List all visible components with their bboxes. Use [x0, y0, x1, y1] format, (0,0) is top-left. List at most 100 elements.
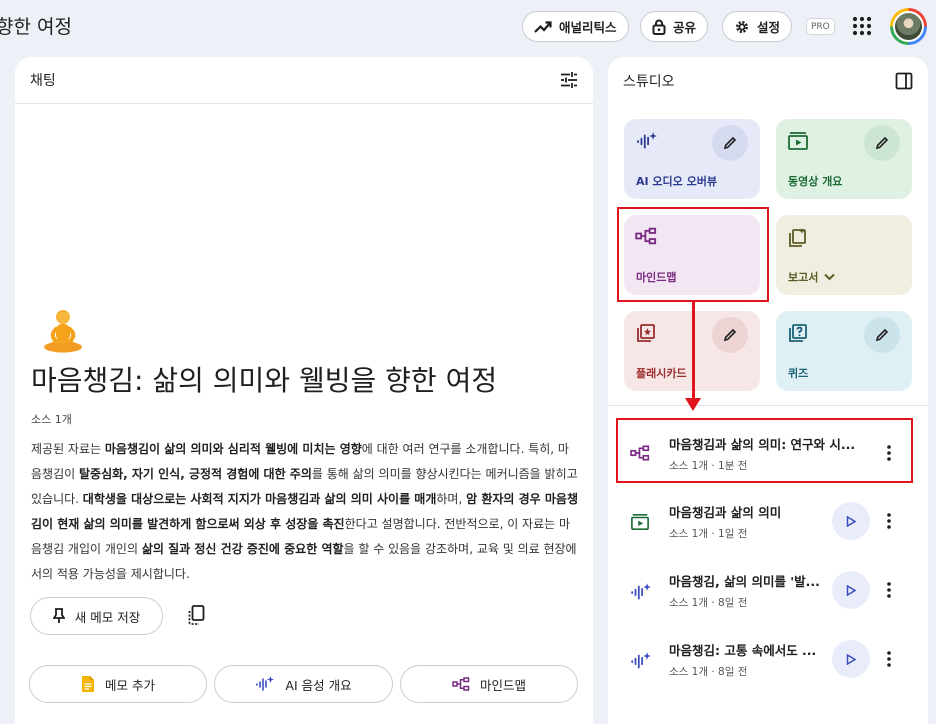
mindmap-button[interactable]: 마인드맵: [400, 665, 578, 703]
output-meta: 소스 1개 · 1일 전: [669, 528, 748, 540]
share-label: 공유: [673, 20, 697, 35]
ai-audio-overview-button[interactable]: AI 음성 개요: [214, 665, 393, 703]
output-title: 마음챙김: 고통 속에서도 ...: [669, 643, 817, 658]
more-vert-icon[interactable]: [882, 509, 896, 533]
save-note-button[interactable]: 새 메모 저장: [30, 597, 163, 635]
output-meta: 소스 1개 · 1분 전: [669, 460, 748, 472]
top-bar: 향한 여정 애널리틱스 공유 설정 PRO: [0, 0, 936, 52]
pencil-icon: [875, 328, 889, 342]
summary-segment: 마음챙김이 삶의 의미와 심리적 웰빙에 미치는 영향: [104, 442, 362, 456]
avatar[interactable]: [890, 8, 927, 45]
annotation-arrow-line: [692, 301, 695, 401]
collapse-panel-icon[interactable]: [895, 72, 913, 90]
note-icon: [82, 676, 94, 692]
flashcard-icon: [637, 324, 655, 342]
studio-panel-header: 스튜디오: [608, 57, 928, 104]
chevron-down-icon[interactable]: [824, 273, 836, 281]
output-meta: 소스 1개 · 8일 전: [669, 597, 748, 609]
share-button[interactable]: 공유: [640, 11, 709, 42]
output-item-mindmap[interactable]: 마음챙김과 삶의 의미: 연구와 시... 소스 1개 · 1분 전: [608, 422, 928, 484]
notebook-summary: 제공된 자료는 마음챙김이 삶의 의미와 심리적 웰빙에 미치는 영향에 대한 …: [31, 437, 579, 587]
output-title: 마음챙김과 삶의 의미: 연구와 시...: [669, 437, 856, 452]
add-note-button[interactable]: 메모 추가: [29, 665, 207, 703]
video-icon: [631, 513, 649, 531]
tune-icon[interactable]: [560, 71, 578, 89]
card-label: 플래시카드: [636, 367, 687, 380]
card-label: 퀴즈: [788, 367, 809, 380]
summary-segment: 하며,: [436, 492, 467, 506]
annotation-arrow-head: [685, 398, 701, 411]
output-item-video[interactable]: 마음챙김과 삶의 의미 소스 1개 · 1일 전: [608, 490, 928, 552]
summary-segment: 탈중심화, 자기 인식, 긍정적 경험에 대한 주의: [78, 467, 312, 481]
summary-segment: 삶의 질과 정신 건강 증진에 중요한 역할: [141, 542, 344, 556]
pencil-icon: [723, 136, 737, 150]
analytics-button[interactable]: 애널리틱스: [522, 11, 629, 42]
mindmap-icon: [630, 445, 650, 461]
ai-audio-overview-label: AI 음성 개요: [285, 677, 352, 693]
gear-icon: [735, 20, 749, 33]
add-note-label: 메모 추가: [105, 677, 155, 693]
pencil-icon: [723, 328, 737, 342]
output-item-audio-1[interactable]: 마음챙김, 삶의 의미를 '발... 소스 1개 · 8일 전: [608, 559, 928, 621]
notebook-title-header[interactable]: 향한 여정: [0, 12, 72, 39]
report-card[interactable]: 보고서: [776, 215, 912, 295]
analytics-label: 애널리틱스: [559, 20, 617, 35]
video-icon: [788, 132, 808, 150]
edit-button[interactable]: [712, 125, 748, 161]
audio-sparkle-icon: [631, 583, 651, 600]
copy-icon[interactable]: [185, 603, 209, 627]
output-title: 마음챙김, 삶의 의미를 '발...: [669, 574, 820, 589]
lock-icon: [652, 19, 666, 35]
quiz-card[interactable]: 퀴즈: [776, 311, 912, 391]
mindmap-label: 마인드맵: [479, 677, 526, 693]
studio-panel-title: 스튜디오: [623, 73, 675, 90]
mindmap-card[interactable]: 마인드맵: [624, 215, 760, 295]
play-button[interactable]: [832, 571, 870, 609]
summary-segment: 제공된 자료는: [31, 442, 105, 456]
settings-button[interactable]: 설정: [722, 11, 793, 42]
play-icon: [846, 515, 856, 527]
audio-sparkle-icon: [631, 652, 651, 669]
apps-grid-icon[interactable]: [850, 14, 874, 38]
divider: [608, 405, 928, 406]
quiz-icon: [789, 324, 807, 342]
more-vert-icon[interactable]: [882, 578, 896, 602]
output-item-audio-2[interactable]: 마음챙김: 고통 속에서도 ... 소스 1개 · 8일 전: [608, 628, 928, 690]
meditation-emoji-icon: [44, 310, 82, 353]
trending-up-icon: [534, 20, 552, 33]
audio-sparkle-icon: [256, 676, 275, 691]
play-icon: [846, 584, 856, 596]
card-label: 동영상 개요: [788, 175, 843, 188]
report-label: 보고서: [788, 271, 819, 284]
play-icon: [846, 653, 856, 665]
card-label: 마인드맵: [636, 271, 677, 284]
mindmap-icon: [452, 677, 470, 691]
save-note-label: 새 메모 저장: [74, 609, 141, 625]
output-title: 마음챙김과 삶의 의미: [669, 505, 782, 520]
summary-segment: 대학생을 대상으로는 사회적 지지가 마음챙김과 삶의 의미 사이를 매개: [82, 492, 437, 506]
pro-badge: PRO: [806, 18, 835, 35]
output-meta: 소스 1개 · 8일 전: [669, 666, 748, 678]
source-count: 소스 1개: [31, 413, 72, 426]
card-label: 보고서: [788, 269, 836, 285]
more-vert-icon[interactable]: [882, 441, 896, 465]
audio-sparkle-icon: [637, 132, 657, 149]
pin-icon: [52, 608, 65, 623]
play-button[interactable]: [832, 502, 870, 540]
pencil-icon: [875, 136, 889, 150]
card-label: AI 오디오 오버뷰: [636, 175, 717, 188]
report-icon: [789, 228, 806, 247]
more-vert-icon[interactable]: [882, 647, 896, 671]
video-overview-card[interactable]: 동영상 개요: [776, 119, 912, 199]
chat-panel: 채팅 마음챙김: 삶의 의미와 웰빙을 향한 여정 소스 1개 제공된 자료는 …: [15, 57, 593, 724]
notebook-title: 마음챙김: 삶의 의미와 웰빙을 향한 여정: [31, 364, 498, 397]
edit-button[interactable]: [864, 125, 900, 161]
edit-button[interactable]: [864, 317, 900, 353]
audio-overview-card[interactable]: AI 오디오 오버뷰: [624, 119, 760, 199]
settings-label: 설정: [757, 20, 781, 35]
chat-panel-title: 채팅: [30, 73, 56, 89]
play-button[interactable]: [832, 640, 870, 678]
studio-panel: 스튜디오 AI 오디오 오버뷰 동영상 개요 마인드맵 보고서 플래시카드 퀴즈…: [608, 57, 928, 724]
chat-panel-header: 채팅: [15, 57, 593, 104]
edit-button[interactable]: [712, 317, 748, 353]
